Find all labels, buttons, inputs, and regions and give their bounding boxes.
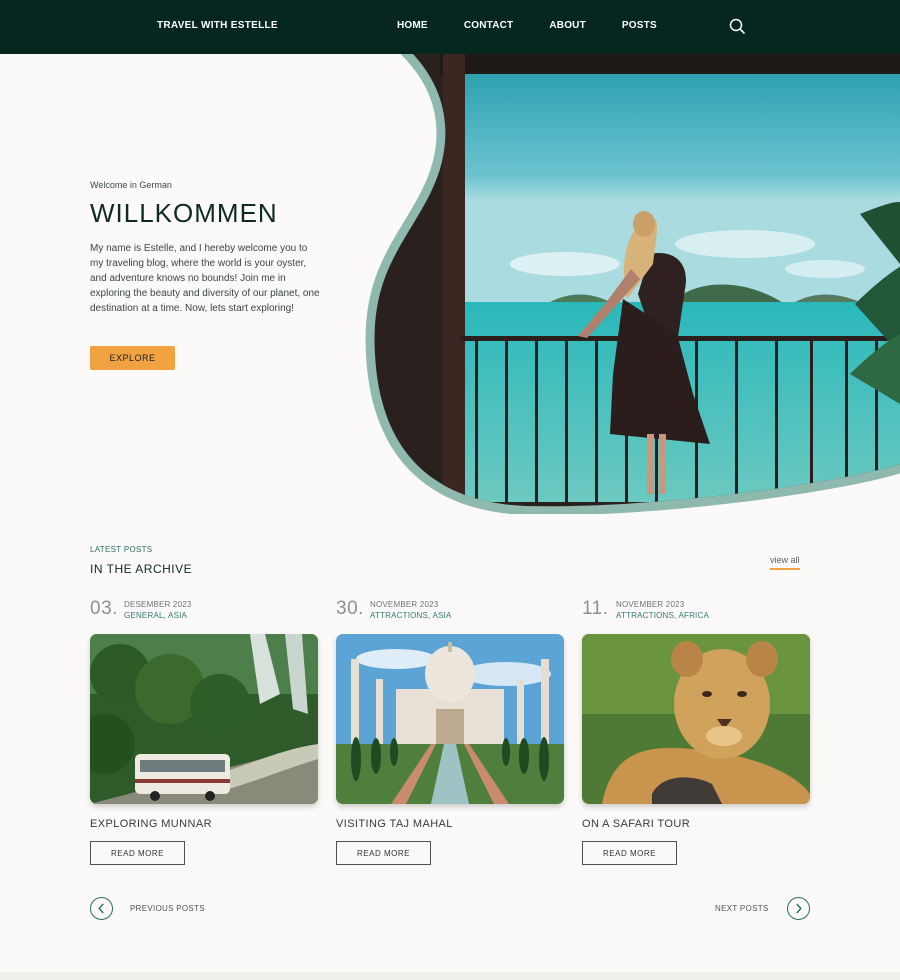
search-icon[interactable]: [727, 16, 747, 36]
post-meta: DESEMBER 2023 GENERAL, ASIA: [124, 598, 192, 620]
section-eyebrow: LATEST POSTS: [90, 545, 153, 554]
read-more-button[interactable]: READ MORE: [582, 841, 677, 865]
post-date: 30. NOVEMBER 2023 ATTRACTIONS, ASIA: [336, 598, 564, 630]
nav-about[interactable]: ABOUT: [549, 20, 586, 31]
site-logo-text[interactable]: TRAVEL WITH ESTELLE: [157, 20, 278, 31]
read-more-button[interactable]: READ MORE: [336, 841, 431, 865]
post-image-lion-cub[interactable]: [582, 634, 810, 804]
post-card-taj-mahal: 30. NOVEMBER 2023 ATTRACTIONS, ASIA VISI: [336, 598, 564, 865]
post-image-taj-mahal[interactable]: [336, 634, 564, 804]
explore-button[interactable]: EXPLORE: [90, 346, 175, 370]
view-all-link[interactable]: view all: [770, 555, 800, 570]
post-categories[interactable]: ATTRACTIONS, ASIA: [370, 611, 452, 620]
post-meta: NOVEMBER 2023 ATTRACTIONS, ASIA: [370, 598, 452, 620]
hero-text-block: Welcome in German WILLKOMMEN My name is …: [90, 180, 330, 316]
post-date: 03. DESEMBER 2023 GENERAL, ASIA: [90, 598, 318, 630]
post-title[interactable]: EXPLORING MUNNAR: [90, 818, 318, 830]
post-day: 11.: [582, 598, 609, 619]
post-day: 30.: [336, 598, 364, 619]
post-month: DESEMBER 2023: [124, 600, 192, 609]
post-month: NOVEMBER 2023: [370, 600, 439, 609]
nav-home[interactable]: HOME: [397, 20, 428, 31]
hero-image: [365, 54, 900, 514]
post-categories[interactable]: GENERAL, ASIA: [124, 611, 192, 620]
post-card-safari: 11. NOVEMBER 2023 ATTRACTIONS, AFRICA ON…: [582, 598, 810, 865]
post-categories[interactable]: ATTRACTIONS, AFRICA: [616, 611, 709, 620]
chevron-left-icon[interactable]: [90, 897, 113, 920]
post-title[interactable]: ON A SAFARI TOUR: [582, 818, 810, 830]
main-nav: HOME CONTACT ABOUT POSTS: [397, 20, 657, 31]
post-title[interactable]: VISITING TAJ MAHAL: [336, 818, 564, 830]
footer-strip: [0, 972, 900, 980]
post-card-munnar: 03. DESEMBER 2023 GENERAL, ASIA EXPLORIN…: [90, 598, 318, 865]
previous-posts-link[interactable]: PREVIOUS POSTS: [130, 904, 205, 913]
hero-title: WILLKOMMEN: [90, 198, 278, 228]
next-posts-link[interactable]: NEXT POSTS: [715, 904, 769, 913]
post-meta: NOVEMBER 2023 ATTRACTIONS, AFRICA: [616, 598, 709, 620]
post-month: NOVEMBER 2023: [616, 600, 685, 609]
chevron-right-icon[interactable]: [787, 897, 810, 920]
post-date: 11. NOVEMBER 2023 ATTRACTIONS, AFRICA: [582, 598, 810, 630]
nav-posts[interactable]: POSTS: [622, 20, 657, 31]
read-more-button[interactable]: READ MORE: [90, 841, 185, 865]
section-title: IN THE ARCHIVE: [90, 562, 193, 576]
hero-eyebrow: Welcome in German: [90, 180, 172, 190]
hero-description: My name is Estelle, and I hereby welcome…: [90, 243, 320, 314]
nav-contact[interactable]: CONTACT: [464, 20, 514, 31]
post-day: 03.: [90, 598, 118, 619]
post-image-bus-jungle[interactable]: [90, 634, 318, 804]
top-navigation-bar: TRAVEL WITH ESTELLE HOME CONTACT ABOUT P…: [0, 0, 900, 54]
